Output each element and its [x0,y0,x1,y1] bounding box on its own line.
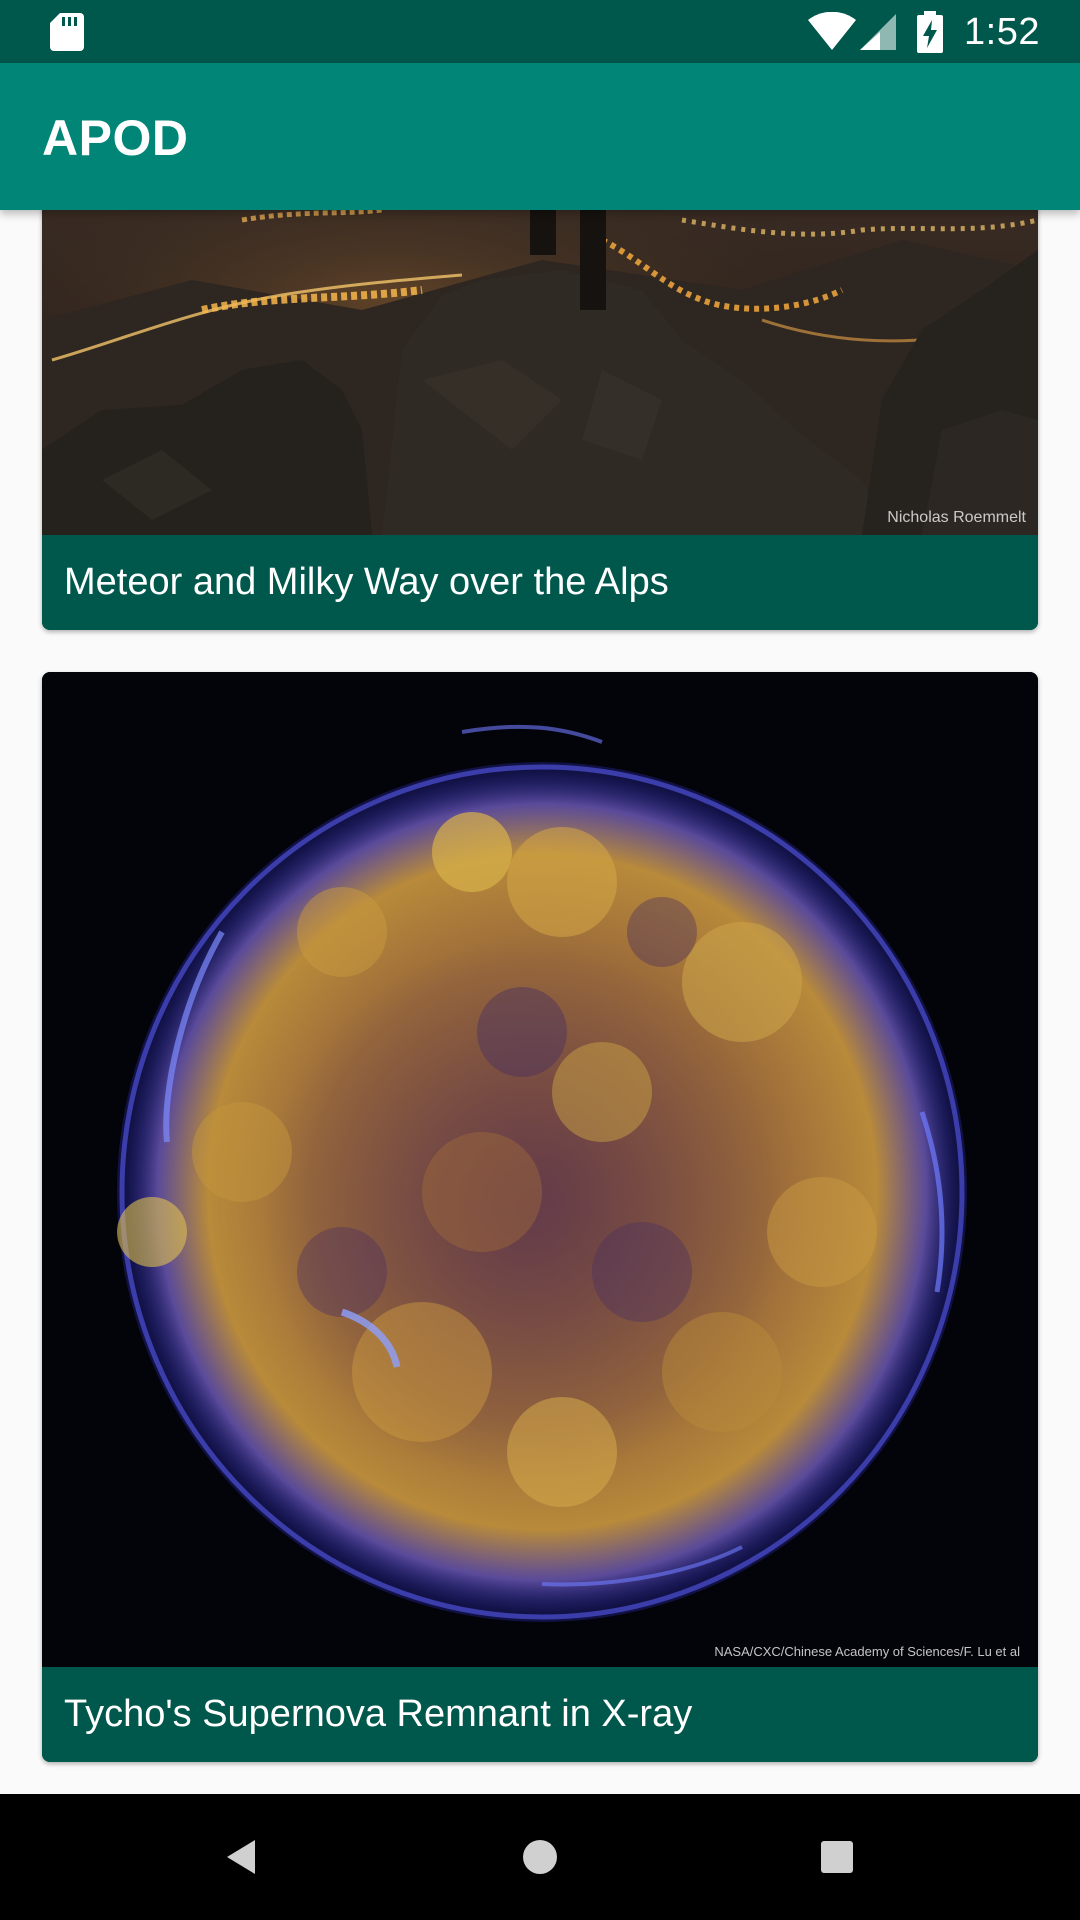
apod-list[interactable]: Nicholas Roemmelt Meteor and Milky Way o… [0,210,1080,1794]
apod-image: Nicholas Roemmelt [42,210,1038,535]
image-credit: NASA/CXC/Chinese Academy of Sciences/F. … [714,1644,1020,1659]
apod-card[interactable]: NASA/CXC/Chinese Academy of Sciences/F. … [42,672,1038,1762]
navigation-bar [0,1794,1080,1920]
battery-charging-icon [917,11,944,53]
wifi-icon [808,12,857,50]
app-bar: APOD [0,63,1080,210]
signal-icon [860,14,897,50]
image-credit: Nicholas Roemmelt [887,509,1026,526]
home-button[interactable] [507,1824,573,1890]
status-time: 1:52 [964,10,1040,53]
home-icon [523,1840,557,1874]
apod-image: NASA/CXC/Chinese Academy of Sciences/F. … [42,672,1038,1667]
back-button[interactable] [208,1824,274,1890]
recents-button[interactable] [804,1824,870,1890]
app-title: APOD [42,110,189,166]
status-bar: 1:52 [0,0,1080,63]
screen: 1:52 APOD Nicholas Roemmelt Meteor and M… [0,0,1080,1920]
apod-card-title: Tycho's Supernova Remnant in X-ray [42,1667,1038,1762]
recents-icon [821,1841,853,1873]
status-icons: 1:52 [808,8,1040,56]
apod-card[interactable]: Nicholas Roemmelt Meteor and Milky Way o… [42,210,1038,630]
sd-card-icon [50,13,84,51]
apod-card-title: Meteor and Milky Way over the Alps [42,535,1038,630]
back-icon [227,1840,255,1874]
